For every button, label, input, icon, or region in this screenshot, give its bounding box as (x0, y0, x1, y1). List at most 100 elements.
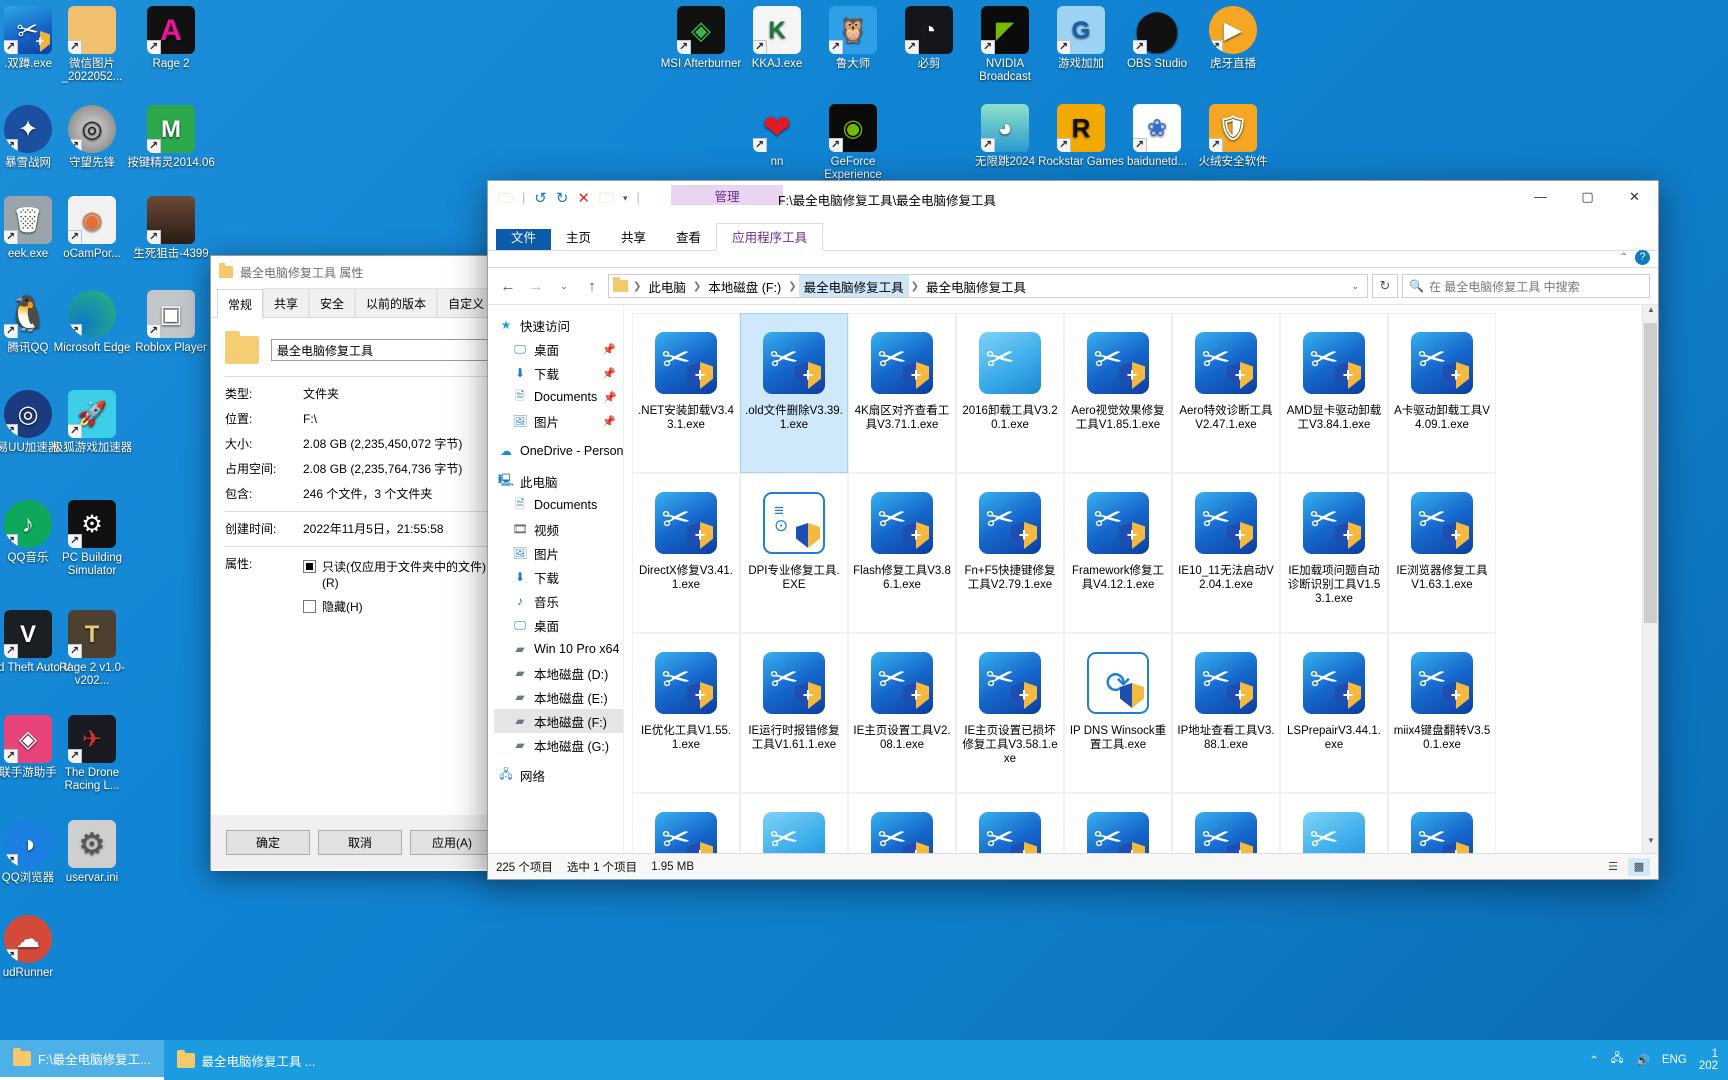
file-item[interactable]: ✂ A卡驱动卸载工具V4.09.1.exe (1388, 313, 1496, 473)
chevron-up-icon[interactable]: ⌃ (1589, 1053, 1599, 1067)
scroll-up-arrow[interactable]: ▲ (1643, 305, 1658, 322)
tab-general[interactable]: 常规 (217, 289, 264, 318)
taskbar-item-explorer-2[interactable]: 最全电脑修复工具 ... (164, 1040, 329, 1080)
breadcrumb-this-pc[interactable]: 此电脑 (643, 275, 691, 297)
desktop-icon[interactable]: ✈ ↗ The Drone Racing L... (46, 715, 138, 793)
desktop-icon[interactable]: ⚙ uservar.ini (46, 820, 138, 885)
taskbar-item-explorer-1[interactable]: F:\最全电脑修复工... (0, 1040, 164, 1080)
breadcrumb-drive-f[interactable]: 本地磁盘 (F:) (703, 275, 786, 297)
minimize-button[interactable]: — (1517, 181, 1564, 212)
system-tray[interactable]: ⌃ 🖧 🔊 ENG 1 202 (1589, 1048, 1728, 1072)
delete-icon[interactable]: ✕ (577, 191, 590, 206)
nav-quick-access[interactable]: ★ 快速访问 (494, 313, 623, 337)
tab-application-tools[interactable]: 应用程序工具 (716, 223, 824, 251)
file-item[interactable]: ✂ IE主页设置已损坏修复工具V3.58.1.exe (956, 633, 1064, 793)
file-item[interactable]: ✂ IE浏览器修复工具V1.63.1.exe (1388, 473, 1496, 633)
file-item[interactable]: ✂ Aero视觉效果修复工具V1.85.1.exe (1064, 313, 1172, 473)
file-item[interactable]: ✂ AMD显卡驱动卸载工V3.84.1.exe (1280, 313, 1388, 473)
quick-access-toolbar[interactable]: 🗀 | ↺ ↻ ✕ 🗀 ▾ | (488, 181, 1658, 208)
nav-pictures[interactable]: 🖼 图片 📌 (494, 409, 623, 433)
ok-button[interactable]: 确定 (226, 829, 310, 855)
back-button[interactable]: ← (496, 274, 520, 298)
scrollbar-thumb[interactable] (1644, 323, 1657, 623)
nav-this-pc[interactable]: 🖳 此电脑 (494, 469, 623, 493)
language-indicator[interactable]: ENG (1662, 1054, 1687, 1066)
desktop-icon[interactable]: ▣ ↗ Roblox Player (125, 290, 217, 355)
file-item[interactable]: ✂ (1064, 793, 1172, 853)
file-item[interactable]: ✂ IP地址查看工具V3.88.1.exe (1172, 633, 1280, 793)
nav-onedrive[interactable]: ☁ OneDrive - Personal (494, 439, 623, 463)
file-item[interactable]: ✂ IE主页设置工具V2.08.1.exe (848, 633, 956, 793)
vertical-scrollbar[interactable]: ▲ ▼ (1642, 305, 1658, 853)
file-item[interactable]: ✂ Fn+F5快捷键修复工具V2.79.1.exe (956, 473, 1064, 633)
nav-downloads[interactable]: ⬇ 下载 📌 (494, 361, 623, 385)
details-view-icon[interactable]: ☰ (1602, 858, 1624, 876)
desktop-icon[interactable]: ◉ ↗ GeForce Experience (807, 104, 899, 182)
chevron-up-icon[interactable]: ⌃ (1620, 252, 1628, 263)
file-list-view[interactable]: ✂ .NET安装卸载V3.43.1.exe ✂ .old文件删除V3.39.1.exe… (623, 305, 1658, 853)
file-item[interactable]: ✂N卡显卡状态显示工具V4.18.1.exe (848, 793, 956, 853)
nav-music[interactable]: ♪ 音乐 (494, 589, 623, 613)
tab-sharing[interactable]: 共享 (263, 288, 310, 317)
file-item[interactable]: ✂ IE加载项问题自动诊断识别工具V1.53.1.exe (1280, 473, 1388, 633)
up-button[interactable]: ↑ (580, 274, 604, 298)
desktop-icon[interactable]: M ↗ 按键精灵2014.06 (125, 105, 217, 170)
nav-pictures-pc[interactable]: 🖼 图片 (494, 541, 623, 565)
nav-network[interactable]: 🖧 网络 (494, 763, 623, 787)
taskbar[interactable]: F:\最全电脑修复工... 最全电脑修复工具 ... ⌃ 🖧 🔊 ENG 1 2… (0, 1040, 1728, 1080)
nav-documents-pc[interactable]: 🗎 Documents (494, 493, 623, 517)
file-item[interactable]: ✂ 2016卸载工具V3.20.1.exe (956, 313, 1064, 473)
desktop-icon[interactable]: A ↗ Rage 2 (125, 6, 217, 71)
redo-icon[interactable]: ↻ (556, 191, 569, 206)
file-item[interactable]: ✂ DirectX修复V3.41.1.exe (632, 473, 740, 633)
tab-security[interactable]: 安全 (309, 288, 356, 317)
file-item[interactable]: ✂ .NET安装卸载V3.43.1.exe (632, 313, 740, 473)
desktop-icon[interactable]: T ↗ Rage 2 v1.0-v202... (46, 610, 138, 688)
file-explorer-window[interactable]: 🗀 | ↺ ↻ ✕ 🗀 ▾ | 管理 F:\最全电脑修复工具\最全电脑修复工具 … (487, 180, 1659, 880)
hidden-checkbox-row[interactable]: 隐藏(H) (303, 599, 492, 615)
file-item[interactable]: ✂ (956, 793, 1064, 853)
breadcrumb-dropdown[interactable]: ⌄ (1351, 281, 1363, 292)
file-item[interactable]: ≡ ⊙ DPI专业修复工具.EXE (740, 473, 848, 633)
readonly-checkbox[interactable] (303, 560, 316, 573)
file-grid[interactable]: ✂ .NET安装卸载V3.43.1.exe ✂ .old文件删除V3.39.1.exe… (624, 305, 1658, 853)
nav-drive-c[interactable]: ▰Win 10 Pro x64 (C (494, 637, 623, 661)
recent-locations-icon[interactable]: ⌄ (552, 274, 576, 298)
nav-documents[interactable]: 🗎 Documents 📌 (494, 385, 623, 409)
forward-button[interactable]: → (524, 274, 548, 298)
network-icon[interactable]: 🖧 (1611, 1051, 1624, 1070)
file-item[interactable]: ✂ (1280, 793, 1388, 853)
tab-previous-versions[interactable]: 以前的版本 (355, 288, 438, 317)
desktop-icon[interactable]: ▶ ↗ 虎牙直播 (1187, 6, 1279, 71)
file-item[interactable]: ✂ Framework修复工具V4.12.1.exe (1064, 473, 1172, 633)
desktop-icon[interactable]: 🚀 ↗ 极狐游戏加速器 (46, 390, 138, 455)
file-item[interactable]: ✂ LSPrepairV3.44.1.exe (1280, 633, 1388, 793)
nav-drive-d[interactable]: ▰ 本地磁盘 (D:) (494, 661, 623, 685)
nav-drive-g[interactable]: ▰ 本地磁盘 (G:) (494, 733, 623, 757)
properties-tabs[interactable]: 常规 共享 安全 以前的版本 自定义 (211, 288, 506, 318)
nav-desktop[interactable]: 🖵 桌面 📌 (494, 337, 623, 361)
file-item[interactable]: ✂ (1388, 793, 1496, 853)
file-item[interactable]: ✂ IE优化工具V1.55.1.exe (632, 633, 740, 793)
address-bar[interactable]: ← → ⌄ ↑ ❯ 此电脑 ❯ 本地磁盘 (F:) ❯ 最全电脑修复工具 ❯ 最… (488, 268, 1658, 304)
view-mode-buttons[interactable]: ☰ ▩ (1602, 857, 1650, 876)
nav-videos[interactable]: 🎞 视频 (494, 517, 623, 541)
desktop-icon[interactable]: ⚙ ↗ PC Building Simulator (46, 500, 138, 578)
close-button[interactable]: ✕ (1611, 181, 1658, 212)
file-item[interactable]: ✂ Aero特效诊断工具V2.47.1.exe (1172, 313, 1280, 473)
breadcrumb-folder-1[interactable]: 最全电脑修复工具 (798, 275, 909, 297)
file-item[interactable]: ✂ miix4键盘翻转V3.50.1.exe (1388, 633, 1496, 793)
refresh-button[interactable]: ↻ (1372, 274, 1398, 298)
search-box[interactable]: 🔍 在 最全电脑修复工具 中搜索 (1402, 274, 1650, 298)
file-item[interactable]: ✂ (1172, 793, 1280, 853)
nav-drive-f[interactable]: ▰ 本地磁盘 (F:) (494, 709, 623, 733)
hidden-checkbox[interactable] (303, 600, 316, 613)
breadcrumb[interactable]: ❯ 此电脑 ❯ 本地磁盘 (F:) ❯ 最全电脑修复工具 ❯ 最全电脑修复工具 … (608, 274, 1368, 298)
help-icon[interactable]: ? (1635, 250, 1650, 265)
file-item[interactable]: ✂ IE10_11无法启动V2.04.1.exe (1172, 473, 1280, 633)
file-item[interactable]: ✂ .old文件删除V3.39.1.exe (740, 313, 848, 473)
desktop-icon[interactable]: ↗ 生死狙击-4399 (125, 196, 217, 261)
undo-icon[interactable]: ↺ (534, 191, 547, 206)
desktop-icon[interactable]: ☁ ↗ udRunner (0, 915, 74, 980)
desktop-icon[interactable]: 🛡 ↗ 火绒安全软件 (1187, 104, 1279, 169)
